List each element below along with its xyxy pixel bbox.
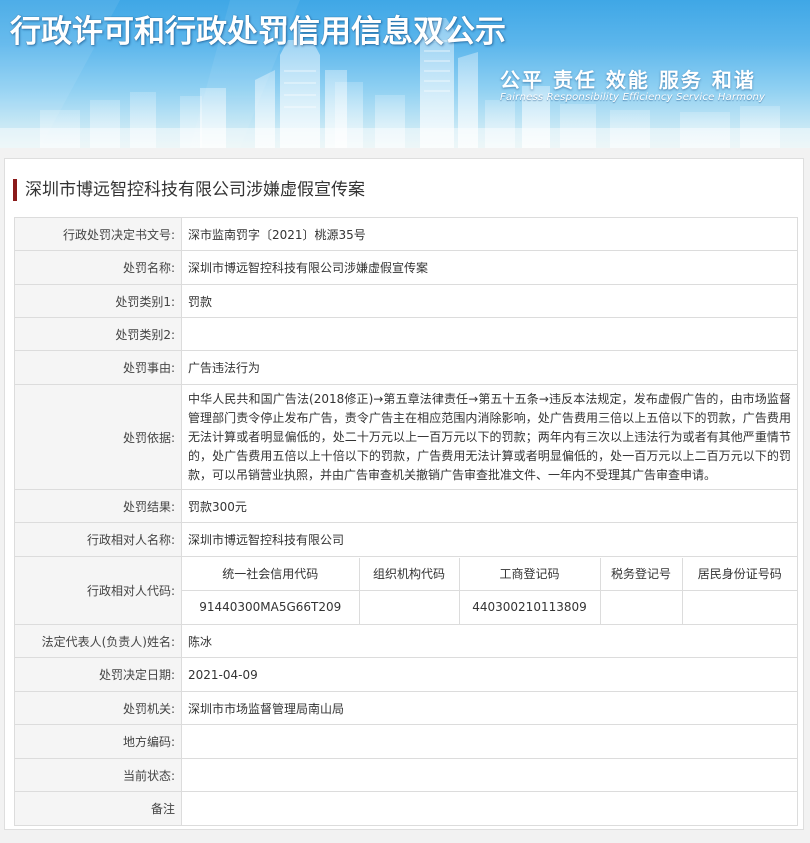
local-code-label: 地方编码: xyxy=(14,724,182,759)
table-row: 处罚名称: 深圳市博远智控科技有限公司涉嫌虚假宣传案 xyxy=(14,250,798,285)
table-row: 当前状态: xyxy=(14,758,798,792)
category2-value xyxy=(181,317,798,351)
table-row: 地方编码: xyxy=(14,724,798,759)
table-row: 处罚结果: 罚款300元 xyxy=(14,489,798,523)
table-row: 行政相对人代码: 统一社会信用代码 组织机构代码 工商登记码 税务登记号 居民身… xyxy=(14,556,798,625)
category2-label: 处罚类别2: xyxy=(14,317,182,351)
decision-date-value: 2021-04-09 xyxy=(181,657,798,692)
remark-label: 备注 xyxy=(14,791,182,826)
code-value-row: 91440300MA5G66T209 440300210113809 xyxy=(182,590,797,624)
header-banner: 行政许可和行政处罚信用信息双公示 公平 责任 效能 服务 和谐 Fairness… xyxy=(0,0,810,148)
site-title: 行政许可和行政处罚信用信息双公示 xyxy=(10,14,506,50)
party-code-cell: 统一社会信用代码 组织机构代码 工商登记码 税务登记号 居民身份证号码 9144… xyxy=(181,556,798,625)
table-row: 行政相对人名称: 深圳市博远智控科技有限公司 xyxy=(14,522,798,557)
local-code-value xyxy=(181,724,798,759)
doc-no-label: 行政处罚决定书文号: xyxy=(14,217,182,251)
basis-value: 中华人民共和国广告法(2018修正)→第五章法律责任→第五十五条→违反本法规定，… xyxy=(181,384,798,490)
case-detail-card: 深圳市博远智控科技有限公司涉嫌虚假宣传案 行政处罚决定书文号: 深市监南罚字〔2… xyxy=(4,158,804,830)
banner-slogan-english: Fairness Responsibility Efficiency Servi… xyxy=(500,92,766,103)
code-header-row: 统一社会信用代码 组织机构代码 工商登记码 税务登记号 居民身份证号码 xyxy=(182,557,797,591)
code-header-id: 居民身份证号码 xyxy=(681,557,797,591)
code-value-id xyxy=(681,590,797,624)
table-row: 备注 xyxy=(14,791,798,826)
decision-date-label: 处罚决定日期: xyxy=(14,657,182,692)
table-row: 处罚类别1: 罚款 xyxy=(14,284,798,318)
category1-value: 罚款 xyxy=(181,284,798,318)
result-label: 处罚结果: xyxy=(14,489,182,523)
legal-rep-label: 法定代表人(负责人)姓名: xyxy=(14,624,182,658)
banner-slogan: 公平 责任 效能 服务 和谐 xyxy=(500,68,756,92)
penalty-info-table: 行政处罚决定书文号: 深市监南罚字〔2021〕桃源35号 处罚名称: 深圳市博远… xyxy=(14,217,798,826)
status-value xyxy=(181,758,798,792)
code-value-tax xyxy=(599,590,682,624)
code-header-business: 工商登记码 xyxy=(458,557,600,591)
penalty-name-label: 处罚名称: xyxy=(14,250,182,285)
table-row: 法定代表人(负责人)姓名: 陈冰 xyxy=(14,624,798,658)
code-header-org: 组织机构代码 xyxy=(358,557,459,591)
party-name-value: 深圳市博远智控科技有限公司 xyxy=(181,522,798,557)
table-row: 处罚类别2: xyxy=(14,317,798,351)
category1-label: 处罚类别1: xyxy=(14,284,182,318)
code-value-business: 440300210113809 xyxy=(458,590,600,624)
cause-value: 广告违法行为 xyxy=(181,350,798,385)
authority-label: 处罚机关: xyxy=(14,691,182,725)
status-label: 当前状态: xyxy=(14,758,182,792)
doc-no-value: 深市监南罚字〔2021〕桃源35号 xyxy=(181,217,798,251)
remark-value xyxy=(181,791,798,826)
cause-label: 处罚事由: xyxy=(14,350,182,385)
case-title: 深圳市博远智控科技有限公司涉嫌虚假宣传案 xyxy=(13,179,365,201)
party-code-label: 行政相对人代码: xyxy=(14,556,182,625)
legal-rep-value: 陈冰 xyxy=(181,624,798,658)
party-code-subtable: 统一社会信用代码 组织机构代码 工商登记码 税务登记号 居民身份证号码 9144… xyxy=(182,557,797,624)
table-row: 行政处罚决定书文号: 深市监南罚字〔2021〕桃源35号 xyxy=(14,217,798,251)
code-value-credit: 91440300MA5G66T209 xyxy=(199,600,342,615)
table-row: 处罚决定日期: 2021-04-09 xyxy=(14,657,798,692)
code-header-credit: 统一社会信用代码 xyxy=(182,557,359,591)
table-row: 处罚依据: 中华人民共和国广告法(2018修正)→第五章法律责任→第五十五条→违… xyxy=(14,384,798,490)
authority-value: 深圳市市场监督管理局南山局 xyxy=(181,691,798,725)
table-row: 处罚机关: 深圳市市场监督管理局南山局 xyxy=(14,691,798,725)
basis-label: 处罚依据: xyxy=(14,384,182,490)
result-value: 罚款300元 xyxy=(181,489,798,523)
penalty-name-value: 深圳市博远智控科技有限公司涉嫌虚假宣传案 xyxy=(181,250,798,285)
code-header-tax: 税务登记号 xyxy=(599,557,682,591)
table-row: 处罚事由: 广告违法行为 xyxy=(14,350,798,385)
code-value-org xyxy=(358,590,459,624)
party-name-label: 行政相对人名称: xyxy=(14,522,182,557)
